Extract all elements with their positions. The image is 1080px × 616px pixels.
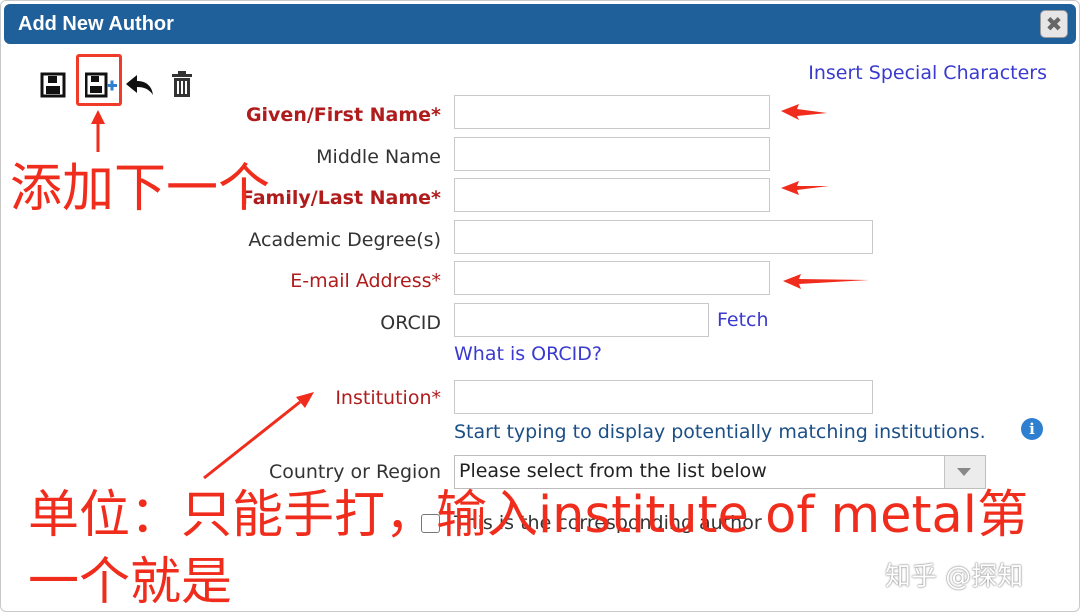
arrow-institution [203, 400, 301, 480]
arrow-given-name [781, 104, 827, 120]
annotation-institution-line2: 一个就是 [28, 553, 233, 612]
watermark: 知乎 @探知 [885, 562, 1024, 592]
arrow-family-name [781, 181, 829, 195]
arrow-add-next-head [91, 110, 105, 124]
annotation-add-next: 添加下一个 [10, 159, 271, 219]
annotation-institution-line1: 单位：只能手打，输入institute of metal第 [28, 486, 1028, 545]
arrow-email [783, 274, 869, 289]
arrow-institution-head [296, 392, 314, 408]
